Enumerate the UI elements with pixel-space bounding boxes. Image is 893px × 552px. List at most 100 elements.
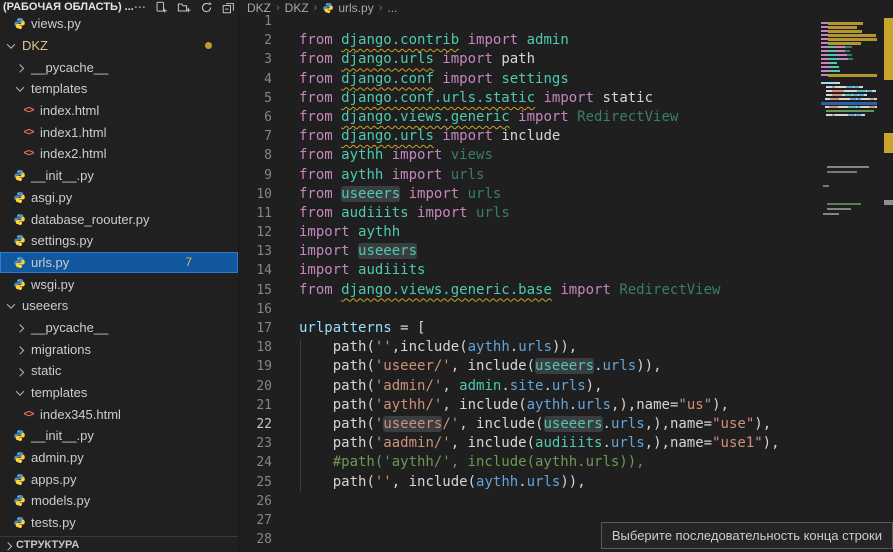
code-line[interactable]: 5from django.conf.urls.static import sta…: [239, 89, 819, 108]
code-line[interactable]: 14import audiiits: [239, 261, 819, 280]
tree-item-settings-py[interactable]: settings.py: [0, 230, 238, 252]
line-text: path('admin/', admin.site.urls),: [299, 377, 603, 396]
tree-item-label: DKZ: [22, 38, 48, 53]
chevron-down-icon: [15, 83, 23, 91]
minimap-line: [821, 102, 877, 105]
tree-item-dkz[interactable]: DKZ: [0, 35, 238, 57]
tree-item-models-py[interactable]: models.py: [0, 490, 238, 512]
line-text: urlpatterns = [: [299, 319, 425, 338]
ruler-mark: [884, 18, 893, 80]
code-line[interactable]: 13import useeers: [239, 242, 819, 261]
code-area[interactable]: 12from django.contrib import admin3from …: [239, 12, 819, 549]
line-text: from django.views.generic import Redirec…: [299, 108, 678, 127]
tree-item-database-roouter-py[interactable]: database_roouter.py: [0, 208, 238, 230]
tree-item-urls-py[interactable]: urls.py7: [0, 252, 238, 274]
code-line[interactable]: 2from django.contrib import admin: [239, 31, 819, 50]
tree-item-label: database_roouter.py: [31, 212, 150, 227]
tree-item-templates[interactable]: templates: [0, 382, 238, 404]
python-icon: [13, 213, 26, 226]
tree-item-useeers[interactable]: useeers: [0, 295, 238, 317]
code-line[interactable]: 3from django.urls import path: [239, 50, 819, 69]
code-line[interactable]: 16: [239, 300, 819, 319]
code-line[interactable]: 10from useeers import urls: [239, 185, 819, 204]
tree-item-asgi-py[interactable]: asgi.py: [0, 187, 238, 209]
minimap-line: [821, 46, 852, 49]
code-line[interactable]: 1: [239, 12, 819, 31]
code-line[interactable]: 9from aythh import urls: [239, 166, 819, 185]
code-line[interactable]: 25 path('', include(aythh.urls)),: [239, 473, 819, 492]
tree-item-admin-py[interactable]: admin.py: [0, 447, 238, 469]
code-line[interactable]: 7from django.urls import include: [239, 127, 819, 146]
vscode-window: (РАБОЧАЯ ОБЛАСТЬ) ... ⋯: [0, 0, 893, 552]
tree-item-index345-html[interactable]: <>index345.html: [0, 403, 238, 425]
tree-item-views-py[interactable]: views.py: [0, 13, 238, 35]
code-line[interactable]: 23 path('aadmin/', include(audiiits.urls…: [239, 434, 819, 453]
minimap-mark: [823, 213, 839, 215]
code-line[interactable]: 17urlpatterns = [: [239, 319, 819, 338]
code-line[interactable]: 19 path('useeer/', include(useeers.urls)…: [239, 357, 819, 376]
code-line[interactable]: 6from django.views.generic import Redire…: [239, 108, 819, 127]
minimap-line: [821, 86, 863, 89]
tree-item--init-py[interactable]: __init__.py: [0, 165, 238, 187]
tree-item-label: static: [31, 363, 61, 378]
new-folder-icon[interactable]: [177, 1, 191, 14]
code-line[interactable]: 21 path('aythh/', include(aythh.urls,),n…: [239, 396, 819, 415]
tree-item-apps-py[interactable]: apps.py: [0, 468, 238, 490]
tree-item-label: wsgi.py: [31, 277, 74, 292]
minimap[interactable]: [821, 0, 879, 552]
minimap-line: [821, 50, 850, 53]
tree-item-label: __init__.py: [31, 428, 94, 443]
line-number: 5: [239, 89, 272, 108]
code-line[interactable]: 26: [239, 492, 819, 511]
line-number: 19: [239, 357, 272, 376]
workspace-section-header[interactable]: (РАБОЧАЯ ОБЛАСТЬ) ... ⋯: [0, 0, 238, 14]
line-text: path('useeers/', include(useeers.urls,),…: [299, 415, 771, 434]
new-file-icon[interactable]: [155, 1, 168, 14]
code-line[interactable]: 11from audiiits import urls: [239, 204, 819, 223]
line-number: 24: [239, 453, 272, 472]
code-line[interactable]: 22 path('useeers/', include(useeers.urls…: [239, 415, 819, 434]
code-line[interactable]: 8from aythh import views: [239, 146, 819, 165]
more-actions-icon[interactable]: ⋯: [134, 2, 146, 12]
code-line[interactable]: 24 #path('aythh/', include(aythh.urls)),: [239, 453, 819, 472]
tree-item-label: __pycache__: [31, 60, 108, 75]
collapse-all-icon[interactable]: [222, 1, 235, 14]
tree-item-label: index.html: [40, 103, 99, 118]
line-text: from django.urls import include: [299, 127, 560, 146]
tree-item-templates[interactable]: templates: [0, 78, 238, 100]
html-file-icon: <>: [24, 148, 34, 159]
python-icon: [13, 494, 26, 507]
python-icon: [13, 429, 26, 442]
tree-item-migrations[interactable]: migrations: [0, 338, 238, 360]
chevron-down-icon: [15, 387, 23, 395]
minimap-line: [821, 106, 877, 109]
tree-item-index2-html[interactable]: <>index2.html: [0, 143, 238, 165]
code-line[interactable]: 4from django.conf import settings: [239, 70, 819, 89]
tree-item-label: views.py: [31, 16, 81, 31]
minimap-line: [821, 58, 853, 61]
code-line[interactable]: 12import aythh: [239, 223, 819, 242]
chevron-right-icon: [15, 325, 23, 333]
overview-ruler[interactable]: [884, 0, 893, 552]
tree-item-tests-py[interactable]: tests.py: [0, 512, 238, 534]
outline-section-header[interactable]: СТРУКТУРА: [0, 536, 238, 552]
line-number: 1: [239, 12, 272, 31]
line-text: from django.urls import path: [299, 50, 535, 69]
chevron-right-icon: [15, 64, 23, 72]
tree-item--pycache-[interactable]: __pycache__: [0, 317, 238, 339]
tree-item--init-py[interactable]: __init__.py: [0, 425, 238, 447]
line-number: 12: [239, 223, 272, 242]
tree-item-static[interactable]: static: [0, 360, 238, 382]
tree-item-index1-html[interactable]: <>index1.html: [0, 121, 238, 143]
line-number: 2: [239, 31, 272, 50]
tree-item--pycache-[interactable]: __pycache__: [0, 56, 238, 78]
minimap-line: [821, 26, 857, 29]
code-line[interactable]: 20 path('admin/', admin.site.urls),: [239, 377, 819, 396]
tree-item-label: migrations: [31, 342, 91, 357]
minimap-line: [821, 66, 839, 69]
code-line[interactable]: 18 path('',include(aythh.urls)),: [239, 338, 819, 357]
tree-item-wsgi-py[interactable]: wsgi.py: [0, 273, 238, 295]
tree-item-index-html[interactable]: <>index.html: [0, 100, 238, 122]
refresh-icon[interactable]: [200, 1, 213, 14]
code-line[interactable]: 15from django.views.generic.base import …: [239, 281, 819, 300]
